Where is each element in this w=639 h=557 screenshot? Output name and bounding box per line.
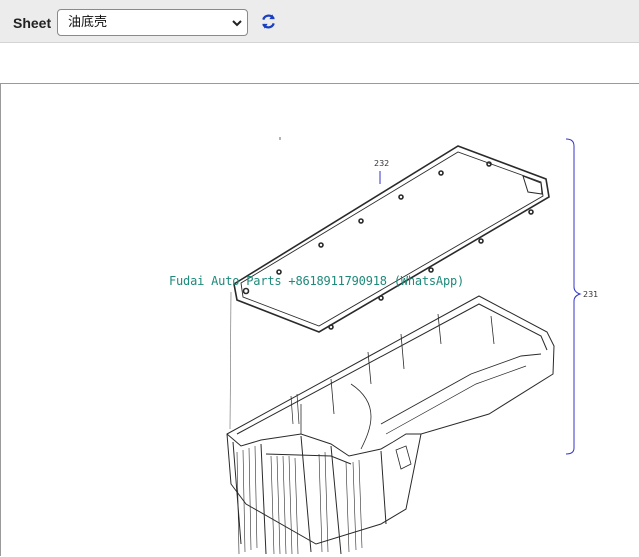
watermark-text: Fudai Auto Parts +8618911790918 (WhatsAp… xyxy=(169,274,465,288)
toolbar: Sheet 油底壳 xyxy=(0,0,639,43)
assembly-brace xyxy=(565,138,582,455)
oil-pan-ribs xyxy=(236,445,363,555)
sheet-select-value: 油底壳 xyxy=(68,15,108,30)
sheet-select[interactable]: 油底壳 xyxy=(57,9,248,36)
sheet-label: Sheet xyxy=(13,15,52,31)
drawing-viewer[interactable]: 232 231 Fudai Auto Parts +8618911790918 … xyxy=(0,83,639,556)
oil-pan-outline xyxy=(226,295,555,555)
gasket-callout: 232 xyxy=(374,159,389,168)
oil-pan-drawing: 232 231 xyxy=(226,137,598,555)
chevron-down-icon xyxy=(232,20,242,27)
assembly-callout: 231 xyxy=(583,290,598,299)
gasket-outline xyxy=(233,145,550,333)
refresh-icon[interactable] xyxy=(259,12,278,31)
